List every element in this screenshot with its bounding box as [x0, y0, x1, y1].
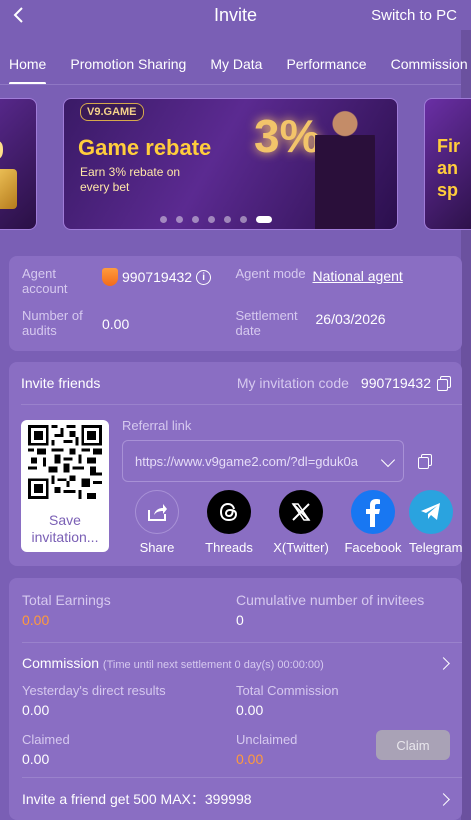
threads-icon — [207, 490, 251, 534]
facebook-button[interactable]: Facebook — [337, 490, 409, 555]
chevron-right-icon[interactable] — [437, 792, 450, 806]
referral-link-field[interactable]: https://www.v9game2.com/?dl=gduk0a — [122, 440, 404, 482]
total-commission-label: Total Commission — [236, 683, 339, 698]
referral-link-label: Referral link — [122, 418, 192, 433]
total-commission-value: 0.00 — [236, 702, 264, 718]
banner-carousel[interactable]: 99 V9.GAME Game rebate Earn 3% rebate on… — [0, 95, 471, 240]
facebook-label: Facebook — [344, 540, 402, 555]
copy-icon[interactable] — [437, 376, 451, 391]
carousel-dot[interactable] — [208, 216, 215, 223]
invitees-value: 0 — [236, 612, 244, 628]
telegram-button[interactable]: Telegram — [409, 490, 462, 555]
agent-mode-label: Agent mode — [235, 266, 306, 281]
claim-button[interactable]: Claim — [376, 730, 450, 760]
audits-value: 0.00 — [102, 316, 130, 332]
back-arrow-icon[interactable] — [10, 6, 28, 24]
agent-mode-link[interactable]: National agent — [313, 266, 403, 284]
x-twitter-button[interactable]: X(Twitter) — [265, 490, 337, 555]
threads-label: Threads — [205, 540, 253, 555]
carousel-dot-active[interactable] — [256, 216, 272, 223]
carousel-dot[interactable] — [160, 216, 167, 223]
invitation-code-label: My invitation code — [236, 375, 349, 391]
x-twitter-icon — [279, 490, 323, 534]
invite-friends-card: Invite friends My invitation code 990719… — [9, 362, 462, 566]
save-invitation-label[interactable]: Save invitation... — [21, 512, 109, 546]
chevron-down-icon[interactable] — [380, 452, 396, 468]
telegram-icon — [409, 490, 453, 534]
banner-model-image — [315, 109, 375, 229]
share-label: Share — [139, 540, 175, 555]
medal-icon — [102, 268, 118, 286]
share-button[interactable]: Share — [121, 490, 193, 555]
top-bar: Invite Switch to PC — [0, 0, 471, 30]
invitees-label: Cumulative number of invitees — [236, 592, 425, 608]
audits-label: Number of audits — [22, 308, 83, 338]
gold-bars-image — [0, 169, 17, 209]
settlement-value: 26/03/2026 — [315, 311, 386, 327]
tab-commission[interactable]: Commission — [391, 48, 468, 84]
invite-500-label: Invite a friend get 500 MAX：399998 — [22, 791, 252, 807]
invitation-code-value: 990719432 — [360, 375, 431, 391]
copy-link-icon[interactable] — [418, 454, 432, 469]
info-icon[interactable]: i — [196, 269, 212, 285]
banner-slide-current[interactable]: V9.GAME Game rebate Earn 3% rebate on ev… — [63, 98, 398, 230]
claimed-label: Claimed — [22, 732, 70, 747]
banner-percent: 3% — [254, 110, 321, 162]
total-earnings-label: Total Earnings — [22, 592, 111, 608]
banner-left-text: 99 — [0, 135, 4, 166]
switch-to-pc-button[interactable]: Switch to PC — [371, 7, 457, 24]
agent-account-label: Agent account — [22, 266, 68, 296]
x-twitter-label: X(Twitter) — [273, 540, 329, 555]
banner-headline: Game rebate — [78, 135, 212, 160]
settlement-label: Settlement date — [235, 308, 298, 338]
carousel-dot[interactable] — [224, 216, 231, 223]
banner-slide-prev[interactable]: 99 — [0, 98, 37, 230]
invite-friends-title: Invite friends — [21, 375, 101, 391]
tab-bar: Home Promotion Sharing My Data Performan… — [0, 48, 471, 85]
claimed-value: 0.00 — [22, 751, 50, 767]
carousel-dots — [160, 216, 272, 223]
chevron-right-icon[interactable] — [437, 656, 450, 670]
earnings-card: Total Earnings 0.00 Cumulative number of… — [9, 578, 462, 820]
qr-code-card[interactable]: Save invitation... — [21, 420, 109, 552]
facebook-icon — [351, 490, 395, 534]
tab-home[interactable]: Home — [9, 48, 47, 84]
carousel-dot[interactable] — [176, 216, 183, 223]
commission-row[interactable]: Commission (Time until next settlement 0… — [22, 643, 462, 683]
carousel-dot[interactable] — [192, 216, 199, 223]
invite-500-row[interactable]: Invite a friend get 500 MAX：399998 — [22, 777, 462, 820]
telegram-label: Telegram — [409, 540, 463, 555]
tab-my-data[interactable]: My Data — [210, 48, 262, 84]
banner-subtext: Earn 3% rebate on every bet — [80, 165, 181, 194]
yesterday-value: 0.00 — [22, 702, 50, 718]
yesterday-label: Yesterday's direct results — [22, 683, 166, 698]
agent-account-value: 990719432 — [122, 269, 193, 285]
referral-link-value: https://www.v9game2.com/?dl=gduk0a — [135, 453, 358, 469]
carousel-dot[interactable] — [240, 216, 247, 223]
qr-code-image — [28, 425, 102, 499]
total-earnings-value: 0.00 — [22, 612, 50, 628]
tab-promotion-sharing[interactable]: Promotion Sharing — [70, 48, 186, 84]
agent-info-card: Agent account 990719432 i Agent mode Nat… — [9, 256, 462, 351]
tab-performance[interactable]: Performance — [286, 48, 366, 84]
brand-logo: V9.GAME — [80, 103, 144, 121]
threads-button[interactable]: Threads — [193, 490, 265, 555]
share-icon — [135, 490, 179, 534]
commission-note: (Time until next settlement 0 day(s) 00:… — [102, 659, 324, 671]
share-options: Share Threads X(Twitter) Facebook Telegr… — [121, 490, 462, 555]
banner-right-text: Fir an sp — [437, 136, 461, 200]
banner-slide-next[interactable]: Fir an sp — [424, 98, 471, 230]
commission-title: Commission — [22, 655, 100, 671]
